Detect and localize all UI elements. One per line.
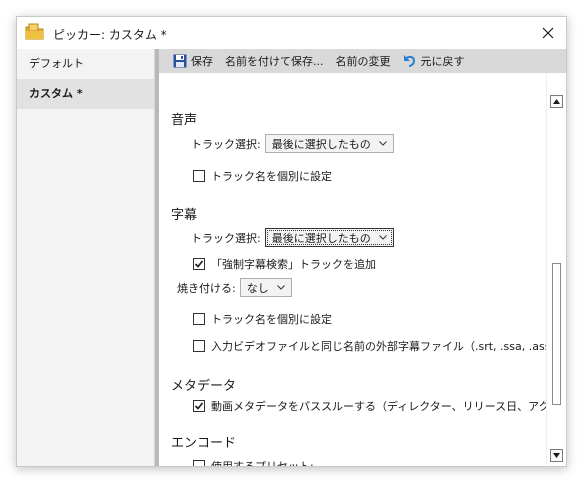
external-files-label: 入力ビデオファイルと同じ名前の外部字幕ファイル（.srt, .ssa, .ass… <box>211 340 548 353</box>
audio-individual-names-row[interactable]: トラック名を個別に設定 <box>193 168 332 184</box>
floppy-disk-icon <box>173 54 187 68</box>
audio-track-select[interactable]: 最後に選択したもの <box>264 134 394 153</box>
audio-individual-names-checkbox[interactable] <box>193 170 205 182</box>
metadata-passthrough-label: 動画メタデータをパススルーする（ディレクター、リリース日、アクターなど） <box>211 400 548 413</box>
checkmark-icon <box>194 402 204 410</box>
undo-arrow-icon <box>403 55 415 67</box>
save-as-label: 名前を付けて保存... <box>225 55 324 68</box>
checkmark-icon <box>194 260 204 268</box>
use-preset-label: 使用するプリセット: <box>211 460 314 467</box>
subtitles-track-select-value: 最後に選択したもの <box>271 231 371 245</box>
save-button[interactable]: 保存 <box>173 53 213 69</box>
burn-in-label: 焼き付ける: <box>177 281 236 295</box>
audio-individual-names-label: トラック名を個別に設定 <box>211 170 332 183</box>
subtitles-individual-names-row[interactable]: トラック名を個別に設定 <box>193 311 332 327</box>
close-button[interactable] <box>530 17 566 49</box>
external-files-checkbox[interactable] <box>193 340 205 352</box>
use-preset-checkbox[interactable] <box>193 460 205 466</box>
forced-search-row[interactable]: 「強制字幕検索」トラックを追加 <box>193 256 376 272</box>
subtitles-track-select-row: トラック選択: 最後に選択したもの <box>191 228 394 247</box>
audio-track-select-row: トラック選択: 最後に選択したもの <box>191 134 394 153</box>
chevron-down-icon <box>276 283 285 292</box>
sidebar-item-custom[interactable]: カスタム * <box>17 79 154 109</box>
sidebar-item-default[interactable]: デフォルト <box>17 49 154 79</box>
encode-heading: エンコード <box>171 436 237 451</box>
subtitles-heading: 字幕 <box>171 208 198 223</box>
chevron-down-icon <box>378 139 387 148</box>
save-label: 保存 <box>191 55 213 68</box>
subtitles-track-select-label: トラック選択: <box>191 231 261 245</box>
rename-button[interactable]: 名前の変更 <box>336 53 391 69</box>
close-icon <box>542 27 554 39</box>
subtitles-individual-names-checkbox[interactable] <box>193 313 205 325</box>
triangle-up-icon <box>553 99 560 104</box>
subtitles-track-select[interactable]: 最後に選択したもの <box>264 228 394 247</box>
triangle-down-icon <box>553 453 560 458</box>
window-title: ピッカー: カスタム * <box>53 28 167 42</box>
metadata-passthrough-checkbox[interactable] <box>193 400 205 412</box>
chevron-down-icon <box>378 233 387 242</box>
audio-track-select-value: 最後に選択したもの <box>271 137 371 151</box>
subtitles-individual-names-label: トラック名を個別に設定 <box>211 313 332 326</box>
rename-label: 名前の変更 <box>335 55 391 68</box>
scroll-thumb[interactable] <box>552 263 561 405</box>
metadata-passthrough-row[interactable]: 動画メタデータをパススルーする（ディレクター、リリース日、アクターなど） <box>193 398 548 414</box>
metadata-heading: メタデータ <box>171 379 237 394</box>
burn-in-value: なし <box>246 281 269 295</box>
scroll-down-button[interactable] <box>550 449 563 462</box>
audio-track-select-label: トラック選択: <box>191 137 261 151</box>
preset-sidebar: デフォルト カスタム * <box>17 49 155 466</box>
revert-label: 元に戻す <box>420 55 465 68</box>
picker-window: ピッカー: カスタム * デフォルト カスタム * 保存 名前を付けて保存...… <box>16 16 567 467</box>
audio-heading: 音声 <box>171 113 198 128</box>
use-preset-row[interactable]: 使用するプリセット: <box>193 458 314 467</box>
vertical-scrollbar[interactable] <box>546 73 566 466</box>
external-files-row[interactable]: 入力ビデオファイルと同じ名前の外部字幕ファイル（.srt, .ssa, .ass… <box>193 338 548 354</box>
toolbar: 保存 名前を付けて保存... 名前の変更 元に戻す <box>159 49 566 73</box>
burn-in-row: 焼き付ける: なし <box>177 278 292 297</box>
forced-search-label: 「強制字幕検索」トラックを追加 <box>211 258 376 271</box>
settings-panel: 音声 トラック選択: 最後に選択したもの トラック名を個別に設定 字幕 トラック… <box>159 73 548 467</box>
save-as-button[interactable]: 名前を付けて保存... <box>225 53 324 69</box>
burn-in-select[interactable]: なし <box>239 278 292 297</box>
revert-button[interactable]: 元に戻す <box>403 53 465 69</box>
folder-icon <box>25 23 45 41</box>
forced-search-checkbox[interactable] <box>193 258 205 270</box>
title-bar: ピッカー: カスタム * <box>17 17 566 49</box>
scroll-up-button[interactable] <box>550 95 563 108</box>
